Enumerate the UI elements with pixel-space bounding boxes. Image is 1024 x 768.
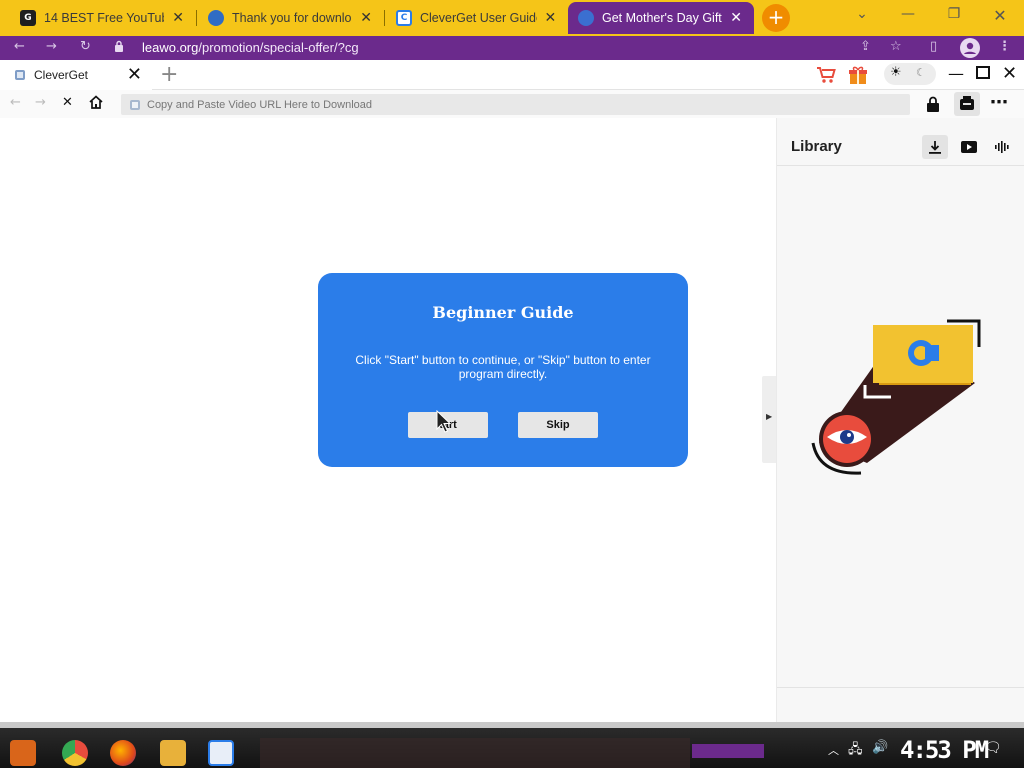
maximize-icon[interactable] xyxy=(976,66,990,79)
close-window-icon[interactable]: ✕ xyxy=(988,6,1012,25)
video-url-input[interactable]: Copy and Paste Video URL Here to Downloa… xyxy=(121,94,910,115)
library-footer-divider xyxy=(777,687,1024,688)
browser-tab-strip: G 14 BEST Free YouTube ✕ Thank you for d… xyxy=(0,0,1024,36)
download-icon[interactable] xyxy=(922,135,948,159)
cleverget-tab-icon xyxy=(14,69,26,81)
sidebar-icon[interactable]: ▯ xyxy=(930,39,937,54)
more-options-icon[interactable]: ⋯ xyxy=(990,92,1008,113)
audio-icon[interactable] xyxy=(989,135,1015,159)
file-explorer-icon[interactable] xyxy=(160,740,186,766)
browser-content-area: Beginner Guide Click "Start" button to c… xyxy=(0,118,776,722)
collapse-library-handle[interactable]: ▶ xyxy=(762,376,776,463)
lock-icon[interactable] xyxy=(926,96,940,116)
profile-avatar-icon[interactable] xyxy=(960,38,980,62)
browser-tab-2[interactable]: Thank you for downlo ✕ xyxy=(198,2,384,34)
beginner-guide-dialog: Beginner Guide Click "Start" button to c… xyxy=(318,273,688,467)
browser-toolbar: ← → ↻ leawo.org/promotion/special-offer/… xyxy=(0,36,1024,60)
tab-divider xyxy=(384,10,385,26)
cleverget-tab[interactable]: CleverGet ✕ xyxy=(0,60,152,90)
browser-tab-title: Get Mother's Day Gift xyxy=(602,11,722,25)
cleverget-app-icon[interactable] xyxy=(208,740,234,766)
browser-tab-3[interactable]: C CleverGet User Guide ✕ xyxy=(386,2,568,34)
url-host: leawo.org xyxy=(142,40,199,55)
stop-loading-icon[interactable]: ✕ xyxy=(62,95,73,110)
dialog-title: Beginner Guide xyxy=(432,303,574,322)
url-placeholder: Copy and Paste Video URL Here to Downloa… xyxy=(147,98,373,111)
address-bar[interactable]: leawo.org/promotion/special-offer/?cg xyxy=(142,40,359,55)
taskbar-accent xyxy=(692,744,764,758)
new-tab-button[interactable]: + xyxy=(762,4,790,32)
library-header: Library xyxy=(777,118,1024,166)
skip-button[interactable]: Skip xyxy=(518,412,598,438)
home-icon[interactable] xyxy=(88,94,104,114)
browser-tab-title: CleverGet User Guide xyxy=(420,11,537,25)
restore-icon[interactable]: ❐ xyxy=(942,6,966,22)
close-cleverget-tab-icon[interactable]: ✕ xyxy=(127,64,142,85)
shopping-cart-icon[interactable] xyxy=(816,66,836,88)
volume-icon[interactable]: 🔊 xyxy=(872,740,888,755)
firefox-icon[interactable] xyxy=(110,740,136,766)
leawo-icon xyxy=(578,10,594,26)
notifications-icon[interactable]: 🗨 xyxy=(984,740,1002,756)
edge-icon xyxy=(208,10,224,26)
cleverget-nav-bar: ← → ✕ Copy and Paste Video URL Here to D… xyxy=(0,90,1024,118)
library-panel: Library xyxy=(776,118,1024,722)
browser-tab-title: 14 BEST Free YouTube xyxy=(44,11,165,25)
share-icon[interactable]: ⇪ xyxy=(860,39,871,54)
lock-icon xyxy=(114,40,124,56)
close-tab-icon[interactable]: ✕ xyxy=(170,10,186,26)
url-favicon-icon xyxy=(129,99,141,111)
taskbar-clock[interactable]: 4:53 PM xyxy=(900,736,989,764)
guru99-icon: G xyxy=(20,10,36,26)
mouse-cursor-icon xyxy=(436,410,452,433)
show-hidden-icons-icon[interactable]: ︿ xyxy=(828,742,839,758)
windows-taskbar: ︿ 🖧 🔊 4:53 PM 🗨 xyxy=(0,722,1024,768)
sun-icon: ☀ xyxy=(890,65,902,80)
browser-tab-1[interactable]: G 14 BEST Free YouTube ✕ xyxy=(10,2,196,34)
url-path: /promotion/special-offer/?cg xyxy=(198,40,359,55)
close-tab-icon[interactable]: ✕ xyxy=(358,10,374,26)
dialog-message: Click "Start" button to continue, or "Sk… xyxy=(355,353,651,381)
chrome-menu-icon[interactable]: ⋮ xyxy=(998,39,1011,54)
theme-toggle[interactable]: ☀ ☾ xyxy=(884,63,936,85)
close-app-icon[interactable]: ✕ xyxy=(1002,63,1017,84)
gift-icon[interactable] xyxy=(848,65,868,89)
cleverget-icon: C xyxy=(396,10,412,26)
close-tab-icon[interactable]: ✕ xyxy=(543,10,558,26)
downloader-icon[interactable] xyxy=(954,92,980,116)
bookmark-star-icon[interactable]: ☆ xyxy=(890,39,902,54)
forward-icon[interactable]: → xyxy=(46,39,57,54)
tab-divider xyxy=(196,10,197,26)
cleverget-title-bar: CleverGet ✕ + ☀ ☾ — ✕ xyxy=(0,60,1024,90)
back-icon[interactable]: ← xyxy=(10,95,21,110)
cleverget-tab-label: CleverGet xyxy=(34,68,89,82)
minimize-icon[interactable]: — xyxy=(896,6,920,22)
library-title: Library xyxy=(791,138,842,155)
video-icon[interactable] xyxy=(956,135,982,159)
minimize-icon[interactable]: — xyxy=(948,64,964,83)
close-tab-icon[interactable]: ✕ xyxy=(728,10,744,26)
moon-icon: ☾ xyxy=(916,66,926,79)
taskbar-window-preview[interactable] xyxy=(260,738,690,768)
reload-icon[interactable]: ↻ xyxy=(80,39,91,54)
empty-library-illustration xyxy=(811,319,981,475)
network-icon[interactable]: 🖧 xyxy=(848,740,863,762)
arrow-right-icon: ▶ xyxy=(766,412,773,421)
tab-search-icon[interactable]: ⌄ xyxy=(850,6,874,22)
forward-icon[interactable]: → xyxy=(35,95,46,110)
browser-tab-title: Thank you for downlo xyxy=(232,11,352,25)
cleverget-new-tab-icon[interactable]: + xyxy=(160,62,178,87)
back-icon[interactable]: ← xyxy=(14,39,25,54)
chrome-icon[interactable] xyxy=(62,740,88,766)
browser-tab-4-active[interactable]: Get Mother's Day Gift ✕ xyxy=(568,2,754,34)
start-icon[interactable] xyxy=(10,740,36,766)
